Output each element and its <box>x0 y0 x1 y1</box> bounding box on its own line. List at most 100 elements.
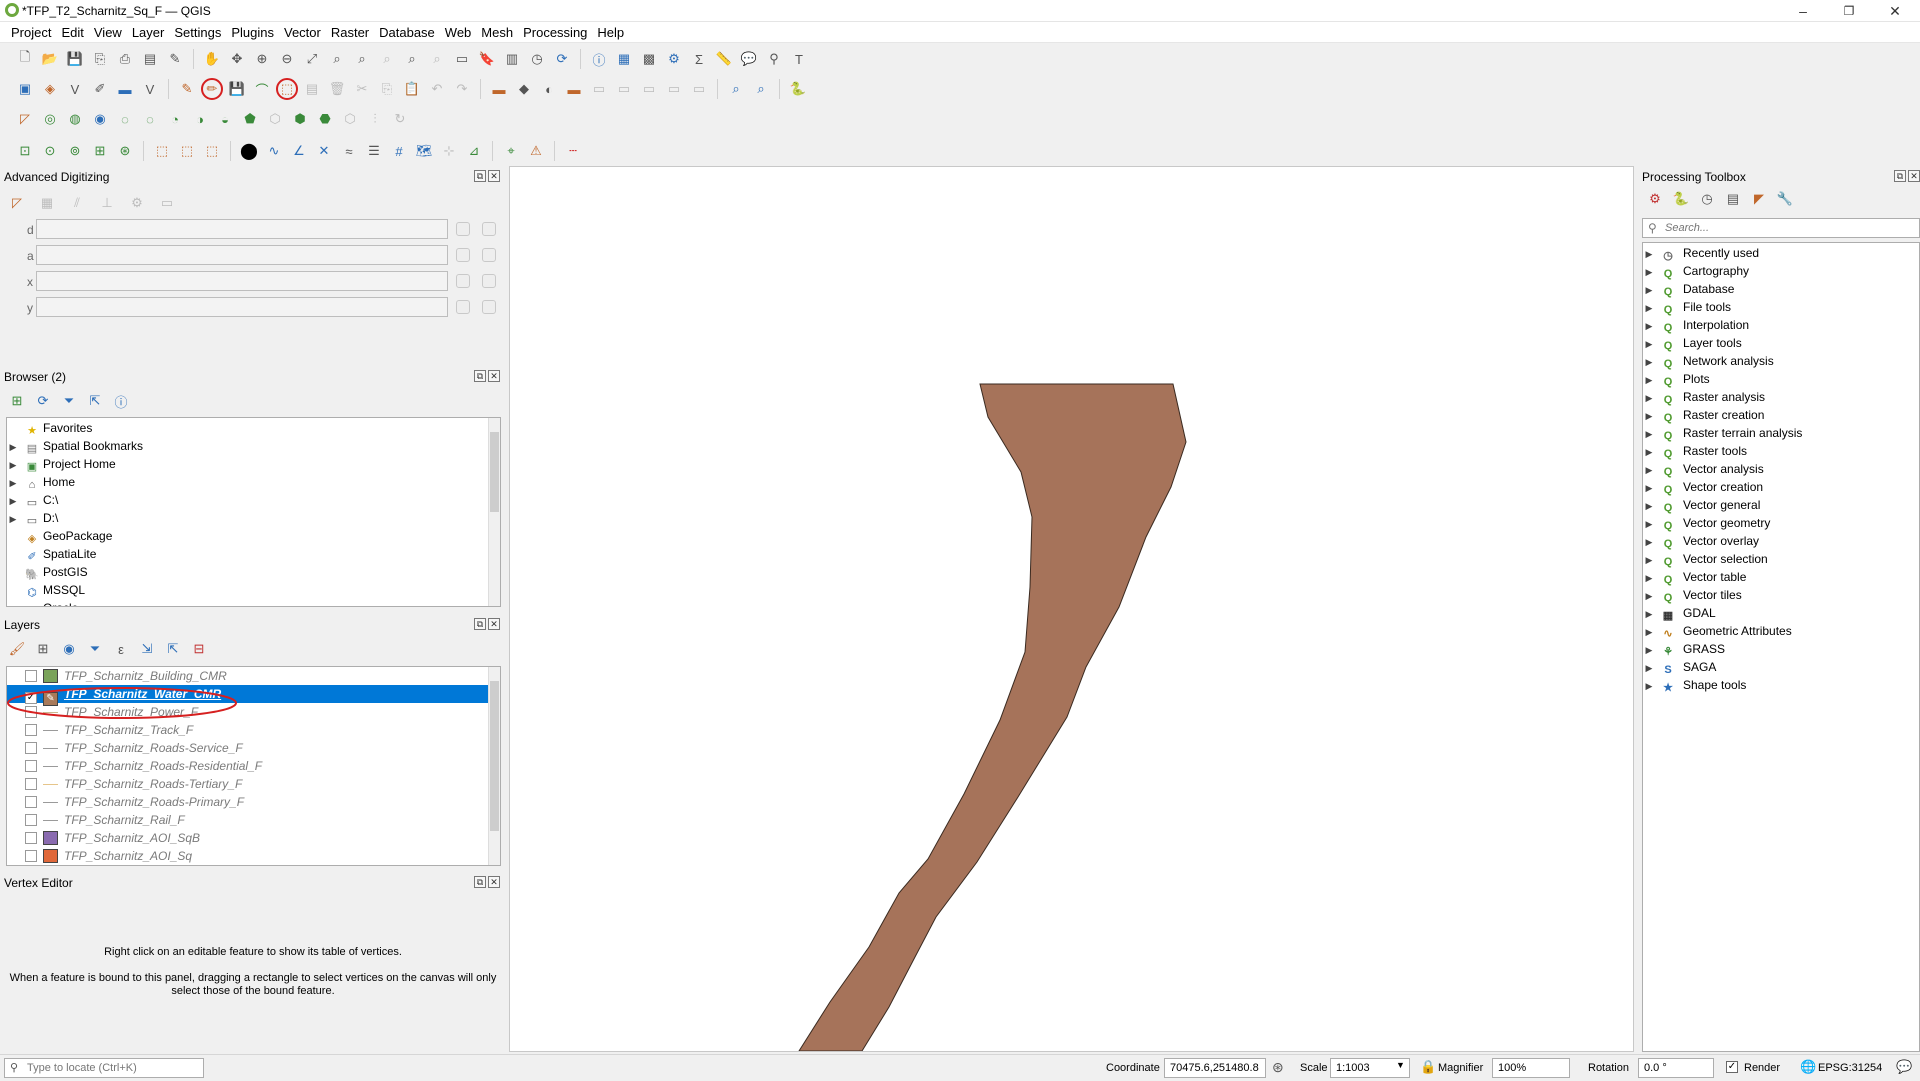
menu-settings[interactable]: Settings <box>169 25 226 40</box>
merge-features-icon[interactable]: ⬡ <box>264 108 286 130</box>
new-spatialite-layer-icon[interactable]: ✐ <box>89 78 111 100</box>
browser-item[interactable]: ▶ ▣ Project Home <box>7 455 500 473</box>
processing-group[interactable]: ▶ Q File tools <box>1643 298 1919 316</box>
angle-lock-icon[interactable] <box>456 248 470 262</box>
layer-row[interactable]: TFP_Scharnitz_Rail_F <box>7 811 488 829</box>
distance-field[interactable] <box>36 219 448 239</box>
add-ring-icon[interactable]: ◎ <box>39 108 61 130</box>
processing-group[interactable]: ▶ Q Vector geometry <box>1643 514 1919 532</box>
map-svg[interactable] <box>510 167 1633 1052</box>
zoom-layer-icon[interactable]: ⌕ <box>351 48 373 70</box>
minimize-button[interactable]: – <box>1780 0 1826 22</box>
processing-group[interactable]: ▶ Q Raster creation <box>1643 406 1919 424</box>
expand-arrow-icon[interactable]: ▶ <box>1643 479 1655 497</box>
open-project-icon[interactable]: 📂 <box>39 48 61 70</box>
layer-visibility-checkbox[interactable] <box>25 760 37 772</box>
perpendicular-icon[interactable]: ⊥ <box>96 192 118 214</box>
processing-search-input[interactable] <box>1665 221 1915 235</box>
layer-visibility-checkbox[interactable] <box>25 796 37 808</box>
toggle-extents-icon[interactable]: ⊛ <box>1272 1059 1284 1076</box>
layer-row[interactable]: ✓ ✎ TFP_Scharnitz_Water_CMR <box>7 685 488 706</box>
add-selected-layers-icon[interactable]: ⊞ <box>6 390 28 412</box>
digitize-shape-icon[interactable]: ⊚ <box>64 140 86 162</box>
magnifier-field[interactable]: 100% <box>1492 1058 1570 1078</box>
expand-arrow-icon[interactable]: ▶ <box>1643 497 1655 515</box>
expand-arrow-icon[interactable]: ▶ <box>7 474 19 492</box>
new-virtual-layer-icon[interactable]: V <box>139 78 161 100</box>
processing-group[interactable]: ▶ Q Vector selection <box>1643 550 1919 568</box>
print-layout-icon[interactable]: ⎙ <box>114 48 136 70</box>
construction-mode-icon[interactable]: ▦ <box>36 192 58 214</box>
layer-row[interactable]: TFP_Scharnitz_Roads-Primary_F <box>7 793 488 811</box>
refresh-icon[interactable]: ⟳ <box>551 48 573 70</box>
numbering-icon[interactable]: # <box>388 140 410 162</box>
menu-layer[interactable]: Layer <box>127 25 170 40</box>
open-layer-styling-icon[interactable]: 🖌 <box>6 638 28 660</box>
browser-item[interactable]: ▶ ⌂ Home <box>7 473 500 491</box>
snap-options-icon[interactable]: ⚙ <box>126 192 148 214</box>
identify-features-icon[interactable]: ⓘ <box>588 48 610 70</box>
processing-toolbox-icon[interactable]: ⚙ <box>663 48 685 70</box>
processing-group[interactable]: ▶ Q Vector tiles <box>1643 586 1919 604</box>
map-tips-icon[interactable]: 💬 <box>738 48 760 70</box>
browser-item[interactable]: ◈ GeoPackage <box>7 527 500 545</box>
filter-by-expression-icon[interactable]: ε <box>110 638 132 660</box>
expand-arrow-icon[interactable]: ▶ <box>1643 245 1655 263</box>
layout-manager-icon[interactable]: ▤ <box>139 48 161 70</box>
menu-view[interactable]: View <box>89 25 127 40</box>
pan-icon[interactable]: ✋ <box>201 48 223 70</box>
redo-icon[interactable]: ↷ <box>451 78 473 100</box>
browser-item[interactable]: ✐ SpatiaLite <box>7 545 500 563</box>
georeferencer-icon[interactable]: 🗺 <box>413 140 435 162</box>
new-shapefile-layer-icon[interactable]: V <box>64 78 86 100</box>
python-console-icon[interactable]: 🐍 <box>787 78 809 100</box>
expand-all-icon[interactable]: ⇲ <box>136 638 158 660</box>
y-lock-icon[interactable] <box>456 300 470 314</box>
add-part-icon[interactable]: ◍ <box>64 108 86 130</box>
browser-item[interactable]: ★ Favorites <box>7 419 500 437</box>
topology-checker-icon[interactable]: ⊹ <box>438 140 460 162</box>
processing-group[interactable]: ▶ Q Raster tools <box>1643 442 1919 460</box>
delete-part-icon[interactable]: ◌ <box>139 108 161 130</box>
zoom-last-icon[interactable]: ⌕ <box>401 48 423 70</box>
zoom-native-icon[interactable]: ⌕ <box>376 48 398 70</box>
digitize-with-segment-icon[interactable]: ⌒ <box>251 78 273 100</box>
results-viewer-icon[interactable]: ▤ <box>1722 188 1744 210</box>
parallel-icon[interactable]: ⫽ <box>66 192 88 214</box>
highlight-pinned-labels-icon[interactable]: ◐ <box>538 78 560 100</box>
panel-dock-buttons[interactable]: ⧉ ✕ <box>474 370 502 384</box>
expand-arrow-icon[interactable]: ▶ <box>1643 677 1655 695</box>
processing-group[interactable]: ▶ Q Network analysis <box>1643 352 1919 370</box>
trace-icon[interactable]: ∿ <box>263 140 285 162</box>
expand-arrow-icon[interactable]: ▶ <box>1643 281 1655 299</box>
browser-item[interactable]: ⌬ MSSQL <box>7 581 500 599</box>
offset-point-symbols-icon[interactable]: ⬡ <box>339 108 361 130</box>
offset-curve-icon[interactable]: ◑ <box>189 108 211 130</box>
messages-icon[interactable]: 💬 <box>1896 1059 1912 1075</box>
label-change-icon[interactable]: ▭ <box>638 78 660 100</box>
edit-features-in-place-icon[interactable]: ◤ <box>1748 188 1770 210</box>
render-checkbox[interactable]: ✓ <box>1726 1061 1738 1073</box>
processing-group[interactable]: ▶ S SAGA <box>1643 658 1919 676</box>
browser-item[interactable]: 🐘 PostGIS <box>7 563 500 581</box>
layer-visibility-checkbox[interactable] <box>25 724 37 736</box>
expand-arrow-icon[interactable]: ▶ <box>1643 407 1655 425</box>
reshape-features-icon[interactable]: ◔ <box>164 108 186 130</box>
processing-group[interactable]: ▶ Q Layer tools <box>1643 334 1919 352</box>
menu-database[interactable]: Database <box>374 25 440 40</box>
measure-line-icon[interactable]: 📏 <box>713 48 735 70</box>
menu-raster[interactable]: Raster <box>326 25 374 40</box>
expand-arrow-icon[interactable]: ▶ <box>1643 515 1655 533</box>
panel-dock-buttons[interactable]: ⧉ ✕ <box>474 876 502 890</box>
expand-arrow-icon[interactable]: ▶ <box>1643 461 1655 479</box>
expand-arrow-icon[interactable]: ▶ <box>1643 569 1655 587</box>
new-geopackage-layer-icon[interactable]: ◈ <box>39 78 61 100</box>
processing-search[interactable]: ⚲ <box>1642 218 1920 238</box>
layer-row[interactable]: TFP_Scharnitz_Track_F <box>7 721 488 739</box>
expand-arrow-icon[interactable]: ▶ <box>1643 587 1655 605</box>
regular-shape-icon[interactable]: ⊞ <box>89 140 111 162</box>
processing-group[interactable]: ▶ Q Vector overlay <box>1643 532 1919 550</box>
x-relative-icon[interactable] <box>482 274 496 288</box>
expand-arrow-icon[interactable]: ▶ <box>7 492 19 510</box>
label-pin-icon[interactable]: ◆ <box>513 78 535 100</box>
